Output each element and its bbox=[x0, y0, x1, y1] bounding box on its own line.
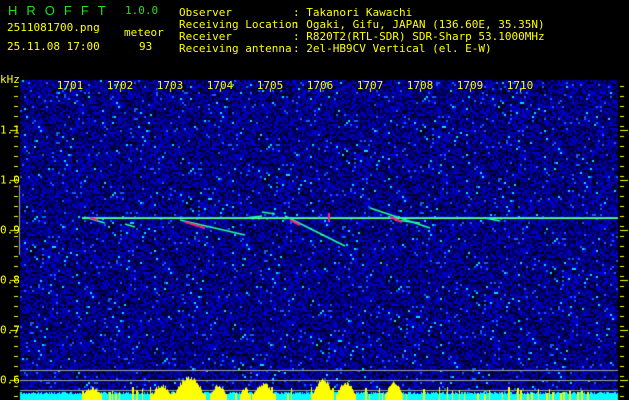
app-version: 1.0.0 bbox=[125, 4, 159, 17]
y-tick-label: 1.1 bbox=[0, 123, 20, 137]
x-tick-label: 1701 bbox=[56, 79, 84, 92]
x-tick-label: 1702 bbox=[106, 79, 134, 92]
x-tick-label: 1704 bbox=[206, 79, 234, 92]
y-tick-label: 0.6 bbox=[0, 373, 20, 387]
x-tick-label: 1710 bbox=[506, 79, 534, 92]
info-value-antenna: : 2el-HB9CV Vertical (el. E-W) bbox=[293, 42, 492, 55]
x-tick-label: 1708 bbox=[406, 79, 434, 92]
y-tick-label: 0.7 bbox=[0, 323, 20, 337]
y-tick-label: 0.9 bbox=[0, 223, 20, 237]
y-tick-label: 0.8 bbox=[0, 273, 20, 287]
spectrogram-canvas bbox=[0, 78, 629, 400]
x-tick-label: 1705 bbox=[256, 79, 284, 92]
filename: 2511081700.png bbox=[7, 21, 100, 34]
app-logo: HROFFT bbox=[8, 3, 115, 18]
meteor-label: meteor bbox=[124, 26, 164, 39]
x-tick-label: 1709 bbox=[456, 79, 484, 92]
unit-label: kHz bbox=[0, 73, 20, 86]
y-tick-label: 1.0 bbox=[0, 173, 20, 187]
x-tick-label: 1706 bbox=[306, 79, 334, 92]
x-tick-label: 1703 bbox=[156, 79, 184, 92]
info-label-antenna: Receiving antenna bbox=[179, 42, 292, 55]
datetime: 25.11.08 17:00 bbox=[7, 40, 100, 53]
x-tick-label: 1707 bbox=[356, 79, 384, 92]
meteor-count: 93 bbox=[139, 40, 153, 53]
